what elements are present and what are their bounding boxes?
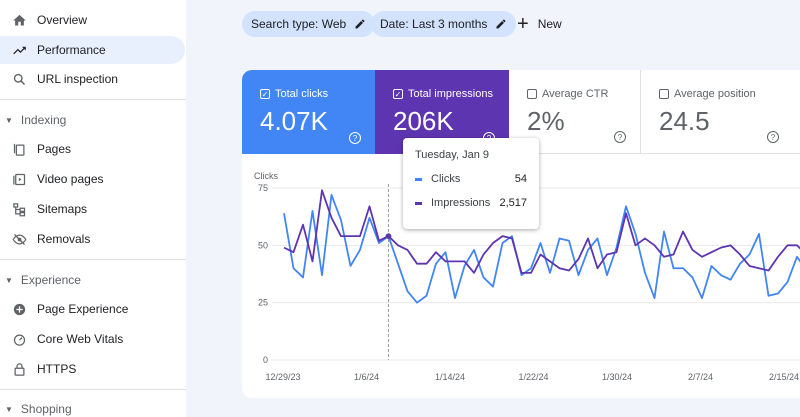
sidebar-item-performance[interactable]: Performance	[0, 36, 185, 64]
sidebar-item-sitemaps[interactable]: Sitemaps	[0, 195, 186, 223]
checkbox-checked-icon[interactable]: ✓	[393, 89, 403, 99]
help-icon[interactable]: ?	[614, 131, 626, 143]
new-filter-button[interactable]: + New	[517, 11, 562, 37]
sidebar-item-url-inspection[interactable]: URL inspection	[0, 65, 186, 93]
sidebar-item-pages[interactable]: Pages	[0, 135, 186, 163]
series-line-clicks	[283, 193, 800, 304]
metric-value: 24.5	[659, 106, 710, 136]
checkbox-unchecked-icon[interactable]	[659, 89, 669, 99]
metric-label: Average CTR	[542, 88, 609, 100]
sidebar-item-label: Removals	[37, 232, 91, 246]
tooltip-row-label: Impressions	[431, 197, 491, 209]
help-icon[interactable]: ?	[349, 132, 361, 144]
video-pages-icon	[11, 171, 27, 187]
sidebar-divider	[0, 389, 186, 390]
x-tick-label: 1/22/24	[518, 372, 548, 382]
x-axis-ticks: 12/29/23 1/6/24 1/14/24 1/22/24 1/30/24 2/7/2…	[265, 372, 799, 382]
tooltip-row-impressions: Impressions 2,517	[415, 197, 527, 209]
y-tick-label: 0	[263, 355, 268, 365]
sidebar-item-video-pages[interactable]: Video pages	[0, 165, 186, 193]
sidebar: Overview Performance URL inspection ▼ In…	[0, 0, 186, 417]
metric-average-position[interactable]: Average position 24.5 ?	[641, 70, 800, 154]
tooltip-row-value: 2,517	[499, 197, 527, 209]
x-tick-label: 1/30/24	[602, 372, 632, 382]
hover-point-impressions	[385, 233, 392, 239]
chip-label: Search type: Web	[251, 17, 347, 31]
checkbox-checked-icon[interactable]: ✓	[260, 89, 270, 99]
tooltip-date: Tuesday, Jan 9	[415, 149, 489, 161]
sidebar-item-overview[interactable]: Overview	[0, 6, 186, 34]
metric-label: Average position	[674, 88, 756, 100]
metric-total-clicks[interactable]: ✓ Total clicks 4.07K ?	[242, 70, 375, 154]
caret-down-icon: ▼	[5, 115, 13, 125]
y-axis-label: Clicks	[254, 171, 278, 181]
help-icon[interactable]: ?	[767, 131, 779, 143]
x-tick-label: 1/14/24	[435, 372, 465, 382]
sidebar-item-page-experience[interactable]: Page Experience	[0, 295, 186, 323]
sidebar-item-core-web-vitals[interactable]: Core Web Vitals	[0, 325, 186, 353]
section-indexing[interactable]: ▼ Indexing	[0, 109, 186, 131]
y-axis-ticks: 0 25 50 75	[258, 183, 268, 365]
x-tick-label: 1/6/24	[354, 372, 379, 382]
metric-label: Total impressions	[408, 88, 493, 100]
checkbox-unchecked-icon[interactable]	[527, 89, 537, 99]
tooltip-row-value: 54	[514, 173, 527, 185]
x-tick-label: 12/29/23	[265, 372, 300, 382]
sidebar-item-label: Core Web Vitals	[37, 332, 124, 346]
y-tick-label: 25	[258, 298, 268, 308]
page-experience-icon	[11, 301, 27, 317]
new-button-label: New	[537, 17, 562, 31]
lock-icon	[11, 361, 27, 377]
date-filter-chip[interactable]: Date: Last 3 months	[371, 11, 517, 37]
sidebar-item-label: URL inspection	[37, 72, 118, 86]
metric-label: Total clicks	[275, 88, 329, 100]
chart-tooltip: Tuesday, Jan 9 Clicks 54 Impressions 2,5…	[403, 138, 539, 229]
y-tick-label: 75	[258, 183, 268, 193]
caret-down-icon: ▼	[5, 404, 13, 414]
section-label: Shopping	[20, 402, 72, 416]
search-icon	[11, 71, 27, 87]
y-tick-label: 50	[258, 240, 268, 250]
chip-label: Date: Last 3 months	[380, 17, 488, 31]
tooltip-row-label: Clicks	[431, 173, 461, 185]
sidebar-item-label: Pages	[37, 142, 72, 156]
sidebar-item-https[interactable]: HTTPS	[0, 355, 186, 383]
x-tick-label: 2/7/24	[688, 372, 713, 382]
legend-swatch	[415, 177, 422, 181]
x-tick-label: 2/15/24	[769, 372, 799, 382]
sidebar-item-label: Video pages	[37, 172, 104, 186]
sidebar-item-label: Sitemaps	[37, 202, 88, 216]
edit-pencil-icon	[354, 18, 366, 30]
edit-pencil-icon	[495, 18, 507, 30]
sidebar-divider	[0, 259, 186, 260]
sidebar-item-label: HTTPS	[37, 362, 77, 376]
tooltip-row-clicks: Clicks 54	[415, 173, 527, 185]
section-label: Indexing	[20, 113, 67, 127]
removals-icon	[11, 231, 27, 247]
chart-series	[283, 189, 800, 304]
sidebar-item-label: Performance	[37, 43, 106, 57]
trending-up-icon	[11, 42, 27, 58]
pages-icon	[11, 141, 27, 157]
caret-down-icon: ▼	[5, 275, 13, 285]
section-shopping[interactable]: ▼ Shopping	[0, 398, 186, 417]
section-experience[interactable]: ▼ Experience	[0, 269, 186, 291]
legend-swatch	[415, 201, 422, 205]
search-type-filter-chip[interactable]: Search type: Web	[242, 11, 376, 37]
sidebar-divider	[0, 99, 186, 100]
series-line-impressions	[283, 189, 800, 274]
home-icon	[11, 12, 27, 28]
sidebar-item-label: Page Experience	[37, 302, 129, 316]
sidebar-item-label: Overview	[37, 13, 88, 27]
sidebar-item-removals[interactable]: Removals	[0, 225, 186, 253]
sitemaps-icon	[11, 201, 27, 217]
speedometer-icon	[11, 331, 27, 347]
plus-icon: +	[517, 13, 529, 35]
section-label: Experience	[20, 273, 81, 287]
